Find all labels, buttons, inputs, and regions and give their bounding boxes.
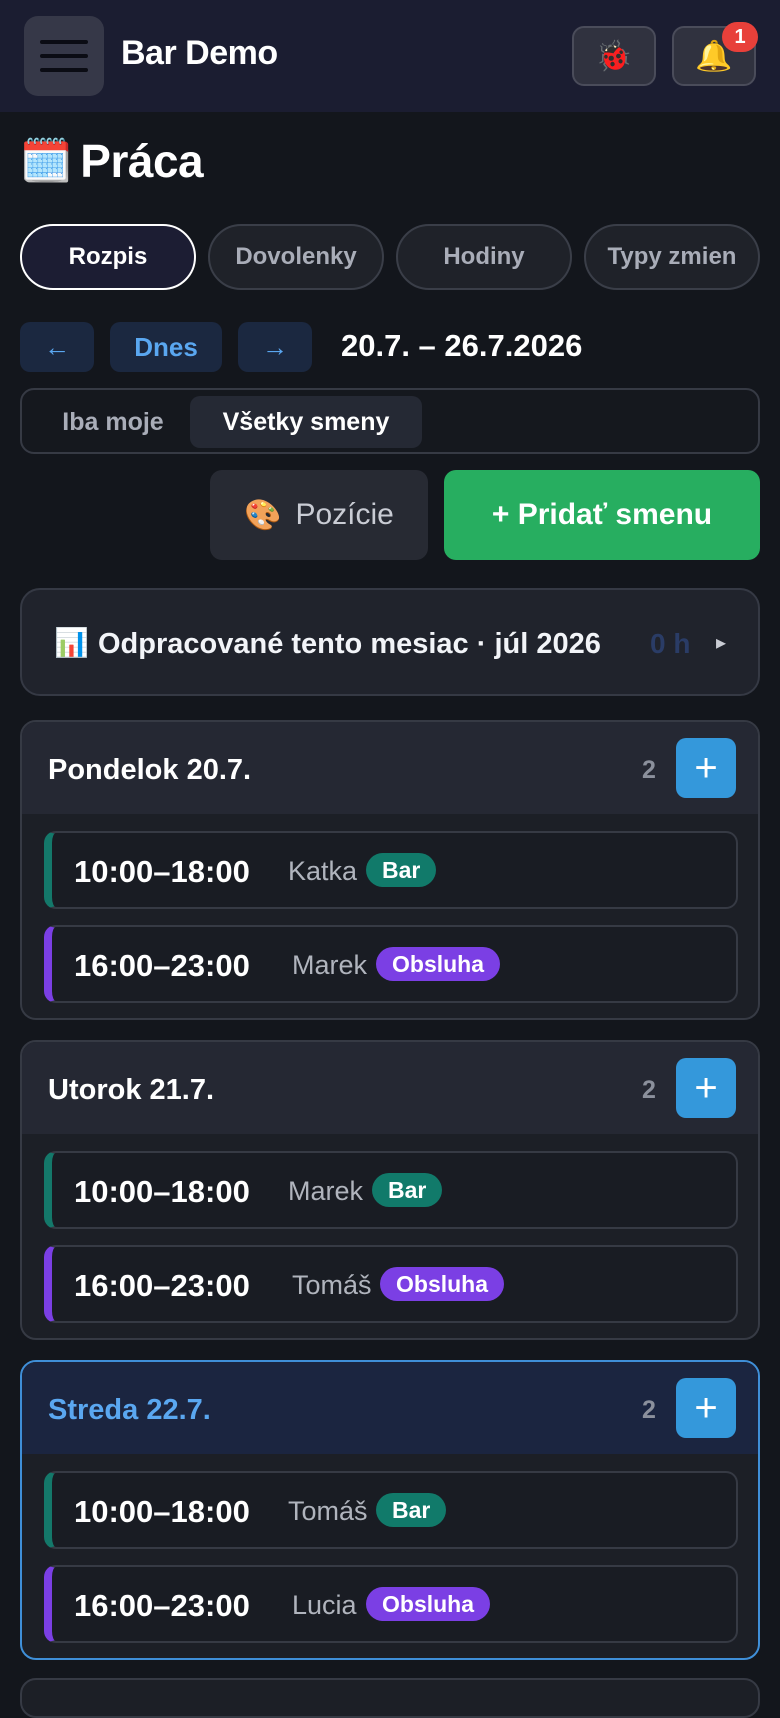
shift-row[interactable]: 10:00–18:00 Tomáš Bar <box>44 1471 738 1549</box>
hamburger-line <box>40 54 88 58</box>
shift-person: Katka <box>288 856 358 886</box>
day-shift-count: 2 <box>642 1396 656 1424</box>
app-title: Bar Demo <box>121 34 278 72</box>
hamburger-line <box>40 68 88 72</box>
shift-person: Marek <box>292 950 368 980</box>
top-bar: Bar Demo 🐞 🔔 1 <box>0 0 780 112</box>
shift-row[interactable]: 10:00–18:00 Katka Bar <box>44 831 738 909</box>
summary-hours-value: 0 h <box>650 628 691 659</box>
today-button[interactable]: Dnes <box>110 322 222 372</box>
monthly-hours-summary[interactable]: 📊 Odpracované tento mesiac · júl 2026 0 … <box>20 588 760 696</box>
filter-only-mine[interactable]: Iba moje <box>30 396 196 448</box>
hamburger-line <box>40 40 88 44</box>
position-tag: Bar <box>376 1493 447 1527</box>
add-shift-day-button[interactable]: + <box>676 1058 736 1118</box>
day-card-today: Streda 22.7. 2 + 10:00–18:00 Tomáš Bar 1… <box>20 1360 760 1660</box>
shift-person: Lucia <box>292 1590 357 1620</box>
add-shift-button[interactable]: + Pridať smenu <box>444 470 760 560</box>
shift-row[interactable]: 16:00–23:00 Lucia Obsluha <box>44 1565 738 1643</box>
calendar-icon: 🗓️ <box>20 137 73 184</box>
bug-report-button[interactable]: 🐞 <box>572 26 656 86</box>
positions-button[interactable]: 🎨 Pozície <box>210 470 428 560</box>
shift-person: Marek <box>288 1176 364 1206</box>
shift-time: 10:00–18:00 <box>74 854 250 889</box>
day-header: Utorok 21.7. 2 + <box>22 1042 758 1134</box>
hamburger-menu-button[interactable] <box>24 16 104 96</box>
week-date-range: 20.7. – 26.7.2026 <box>341 328 583 363</box>
filter-all-shifts[interactable]: Všetky smeny <box>190 396 422 448</box>
position-tag: Obsluha <box>366 1587 491 1621</box>
positions-label: Pozície <box>295 498 394 531</box>
bar-chart-icon: 📊 <box>54 627 89 658</box>
shift-filter-toggle: Iba moje Všetky smeny <box>20 388 760 454</box>
shift-time: 16:00–23:00 <box>74 1588 250 1623</box>
shift-row[interactable]: 16:00–23:00 Tomáš Obsluha <box>44 1245 738 1323</box>
tab-rozpis[interactable]: Rozpis <box>20 224 196 290</box>
summary-label: Odpracované tento mesiac · júl 2026 <box>98 628 601 660</box>
next-week-button[interactable]: → <box>238 322 312 372</box>
notification-count-badge: 1 <box>722 22 758 52</box>
day-shift-count: 2 <box>642 756 656 784</box>
day-card-partial <box>20 1678 760 1718</box>
add-shift-day-button[interactable]: + <box>676 1378 736 1438</box>
ladybug-icon: 🐞 <box>595 39 633 73</box>
day-name: Pondelok 20.7. <box>48 754 252 786</box>
page-title-text: Práca <box>80 135 204 187</box>
day-shift-count: 2 <box>642 1076 656 1104</box>
day-name: Streda 22.7. <box>48 1394 211 1426</box>
position-tag: Bar <box>372 1173 443 1207</box>
chevron-right-icon: ▸ <box>716 632 727 654</box>
shift-person: Tomáš <box>288 1496 368 1526</box>
day-card: Utorok 21.7. 2 + 10:00–18:00 Marek Bar 1… <box>20 1040 760 1340</box>
shift-row[interactable]: 10:00–18:00 Marek Bar <box>44 1151 738 1229</box>
shift-time: 16:00–23:00 <box>74 948 250 983</box>
add-shift-day-button[interactable]: + <box>676 738 736 798</box>
shift-row[interactable]: 16:00–23:00 Marek Obsluha <box>44 925 738 1003</box>
shift-person: Tomáš <box>292 1270 372 1300</box>
prev-week-button[interactable]: ← <box>20 322 94 372</box>
position-tag: Bar <box>366 853 437 887</box>
position-tag: Obsluha <box>380 1267 505 1301</box>
shift-time: 10:00–18:00 <box>74 1174 250 1209</box>
day-header: Streda 22.7. 2 + <box>22 1362 758 1454</box>
page-title: 🗓️ Práca <box>20 134 204 188</box>
palette-icon: 🎨 <box>244 498 282 532</box>
position-tag: Obsluha <box>376 947 501 981</box>
tab-dovolenky[interactable]: Dovolenky <box>208 224 384 290</box>
day-name: Utorok 21.7. <box>48 1074 214 1106</box>
tab-typy-zmien[interactable]: Typy zmien <box>584 224 760 290</box>
day-header: Pondelok 20.7. 2 + <box>22 722 758 814</box>
shift-time: 10:00–18:00 <box>74 1494 250 1529</box>
shift-time: 16:00–23:00 <box>74 1268 250 1303</box>
tab-hodiny[interactable]: Hodiny <box>396 224 572 290</box>
day-card: Pondelok 20.7. 2 + 10:00–18:00 Katka Bar… <box>20 720 760 1020</box>
